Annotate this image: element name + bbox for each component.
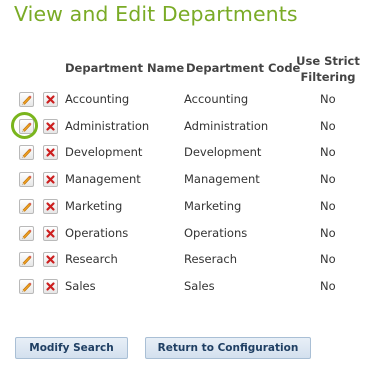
edit-button[interactable] — [19, 145, 34, 161]
use-strict-filtering-value: No — [320, 225, 336, 240]
department-code: Development — [184, 145, 262, 160]
department-name: Management — [65, 172, 141, 187]
department-name: Operations — [65, 225, 129, 240]
return-to-configuration-button[interactable]: Return to Configuration — [145, 337, 311, 359]
edit-button[interactable] — [19, 198, 34, 214]
department-name: Sales — [65, 278, 96, 293]
delete-button[interactable] — [43, 252, 58, 268]
edit-button[interactable] — [19, 172, 34, 188]
table-row: Sales Sales No — [0, 277, 370, 303]
delete-button[interactable] — [43, 145, 58, 161]
edit-button[interactable] — [19, 225, 34, 241]
department-code: Reserach — [184, 252, 238, 267]
department-code: Sales — [184, 278, 215, 293]
modify-search-button[interactable]: Modify Search — [15, 337, 128, 359]
table-row: Management Management No — [0, 170, 370, 196]
use-strict-filtering-value: No — [320, 252, 336, 267]
edit-button[interactable] — [19, 118, 34, 134]
edit-button[interactable] — [19, 278, 34, 294]
use-strict-filtering-value: No — [320, 92, 336, 106]
table-row: Operations Operations No — [0, 224, 370, 250]
department-name: Development — [65, 145, 143, 160]
department-name: Accounting — [65, 92, 130, 106]
table-row: Accounting Accounting No — [0, 90, 370, 116]
column-header-department-name: Department Name — [65, 61, 185, 75]
department-code: Management — [184, 172, 260, 187]
edit-button[interactable] — [19, 92, 34, 107]
use-strict-filtering-value: No — [320, 198, 336, 213]
delete-button[interactable] — [43, 225, 58, 241]
delete-button[interactable] — [43, 172, 58, 188]
column-header-strict-line2: Filtering — [300, 70, 356, 84]
department-name: Administration — [65, 118, 150, 133]
delete-button[interactable] — [43, 278, 58, 294]
use-strict-filtering-value: No — [320, 278, 336, 293]
delete-button[interactable] — [43, 118, 58, 134]
table-row: Administration Administration No — [0, 117, 370, 143]
page-title: View and Edit Departments — [14, 2, 298, 26]
use-strict-filtering-value: No — [320, 145, 336, 160]
table-row: Research Reserach No — [0, 250, 370, 276]
department-name: Marketing — [65, 198, 123, 213]
delete-button[interactable] — [43, 198, 58, 214]
department-code: Operations — [184, 225, 248, 240]
column-header-department-code: Department Code — [186, 61, 301, 75]
department-code: Accounting — [184, 92, 249, 106]
use-strict-filtering-value: No — [320, 118, 336, 133]
edit-button[interactable] — [19, 252, 34, 268]
column-header-strict-line1: Use Strict — [296, 54, 360, 68]
table-row: Development Development No — [0, 143, 370, 169]
delete-button[interactable] — [43, 92, 58, 107]
table-row: Marketing Marketing No — [0, 197, 370, 223]
column-header-use-strict-filtering: Use Strict Filtering — [296, 53, 360, 85]
department-name: Research — [65, 252, 118, 267]
use-strict-filtering-value: No — [320, 172, 336, 187]
department-code: Administration — [184, 118, 269, 133]
department-code: Marketing — [184, 198, 242, 213]
